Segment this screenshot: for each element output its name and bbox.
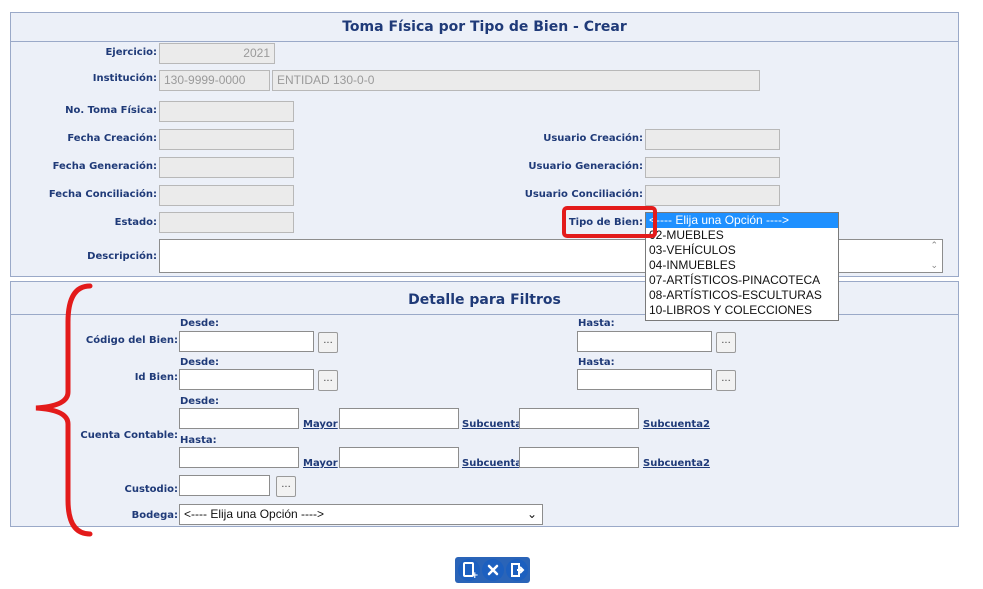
custodio-label: Custodio: [124, 484, 178, 495]
annotation-highlight-box [562, 206, 657, 238]
page-title: Toma Física por Tipo de Bien - Crear [11, 13, 958, 42]
cuenta-desde-label: Desde: [180, 396, 219, 407]
cuenta-hasta-subcuenta2-link[interactable]: Subcuenta2 [643, 458, 710, 469]
fecha-conciliacion-label: Fecha Conciliación: [48, 189, 157, 200]
id-desde-label: Desde: [180, 357, 219, 368]
estado-field [159, 212, 294, 233]
fecha-creacion-label: Fecha Creación: [67, 133, 157, 144]
cuenta-hasta-label: Hasta: [180, 435, 217, 446]
codigo-desde-label: Desde: [180, 318, 219, 329]
tipo-bien-option[interactable]: 08-ARTÍSTICOS-ESCULTURAS [646, 288, 838, 303]
id-bien-label: Id Bien: [134, 372, 178, 383]
id-hasta-input[interactable] [577, 369, 712, 390]
fecha-generacion-field [159, 157, 294, 178]
cuenta-hasta-mayor-link[interactable]: Mayor [303, 458, 338, 469]
no-toma-field [159, 101, 294, 122]
estado-label: Estado: [114, 217, 157, 228]
cuenta-hasta-mayor-input[interactable] [179, 447, 299, 468]
chevron-down-icon: ⌄ [526, 507, 537, 521]
institucion-name-field: ENTIDAD 130-0-0 [272, 70, 760, 91]
codigo-desde-input[interactable] [179, 331, 314, 352]
scroll-up-icon[interactable]: ⌃ [930, 241, 938, 251]
id-desde-lookup-button[interactable]: ... [318, 370, 338, 391]
cuenta-desde-subcuenta1-input[interactable] [339, 408, 459, 429]
cuenta-desde-subcuenta2-link[interactable]: Subcuenta2 [643, 419, 710, 430]
tipo-bien-select[interactable]: <---- Elija una Opción ----> 02-MUEBLES … [645, 212, 839, 321]
codigo-hasta-input[interactable] [577, 331, 712, 352]
tipo-bien-option[interactable]: 03-VEHÍCULOS [646, 243, 838, 258]
custodio-lookup-button[interactable]: ... [276, 476, 296, 497]
cuenta-desde-mayor-input[interactable] [179, 408, 299, 429]
codigo-hasta-lookup-button[interactable]: ... [716, 332, 736, 353]
usuario-conciliacion-field [645, 185, 780, 206]
tipo-bien-option[interactable]: 04-INMUEBLES [646, 258, 838, 273]
usuario-creacion-label: Usuario Creación: [543, 133, 643, 144]
no-toma-label: No. Toma Física: [65, 105, 157, 116]
usuario-generacion-field [645, 157, 780, 178]
usuario-creacion-field [645, 129, 780, 150]
tipo-bien-option[interactable]: 02-MUEBLES [646, 228, 838, 243]
exit-icon[interactable] [506, 559, 528, 581]
cancel-icon[interactable] [482, 559, 504, 581]
custodio-input[interactable] [179, 475, 270, 496]
tipo-bien-option[interactable]: 07-ARTÍSTICOS-PINACOTECA [646, 273, 838, 288]
id-hasta-lookup-button[interactable]: ... [716, 370, 736, 391]
fecha-creacion-field [159, 129, 294, 150]
institucion-label: Institución: [92, 73, 157, 84]
id-hasta-label: Hasta: [578, 357, 615, 368]
bodega-select-value: <---- Elija una Opción ----> [184, 507, 325, 521]
codigo-desde-lookup-button[interactable]: ... [318, 332, 338, 353]
ejercicio-field: 2021 [159, 43, 275, 64]
bodega-label: Bodega: [131, 510, 178, 521]
usuario-conciliacion-label: Usuario Conciliación: [524, 189, 643, 200]
institucion-code-field: 130-9999-0000 [159, 70, 270, 91]
svg-text:+: + [471, 571, 479, 581]
tipo-bien-selected-option[interactable]: <---- Elija una Opción ----> [646, 213, 838, 228]
tipo-bien-option[interactable]: 10-LIBROS Y COLECCIONES [646, 303, 838, 318]
annotation-brace [35, 283, 93, 537]
id-desde-input[interactable] [179, 369, 314, 390]
scroll-down-icon[interactable]: ⌄ [930, 261, 938, 271]
fecha-generacion-label: Fecha Generación: [52, 161, 157, 172]
new-document-icon[interactable]: + [458, 559, 480, 581]
ejercicio-label: Ejercicio: [105, 47, 157, 58]
codigo-label: Código del Bien: [85, 335, 178, 346]
cuenta-desde-mayor-link[interactable]: Mayor [303, 419, 338, 430]
cuenta-desde-subcuenta2-input[interactable] [519, 408, 639, 429]
descripcion-label: Descripción: [87, 251, 157, 262]
cuenta-hasta-subcuenta2-input[interactable] [519, 447, 639, 468]
cuenta-hasta-subcuenta1-input[interactable] [339, 447, 459, 468]
usuario-generacion-label: Usuario Generación: [528, 161, 643, 172]
bodega-select[interactable]: <---- Elija una Opción ----> ⌄ [179, 504, 543, 525]
codigo-hasta-label: Hasta: [578, 318, 615, 329]
fecha-conciliacion-field [159, 185, 294, 206]
